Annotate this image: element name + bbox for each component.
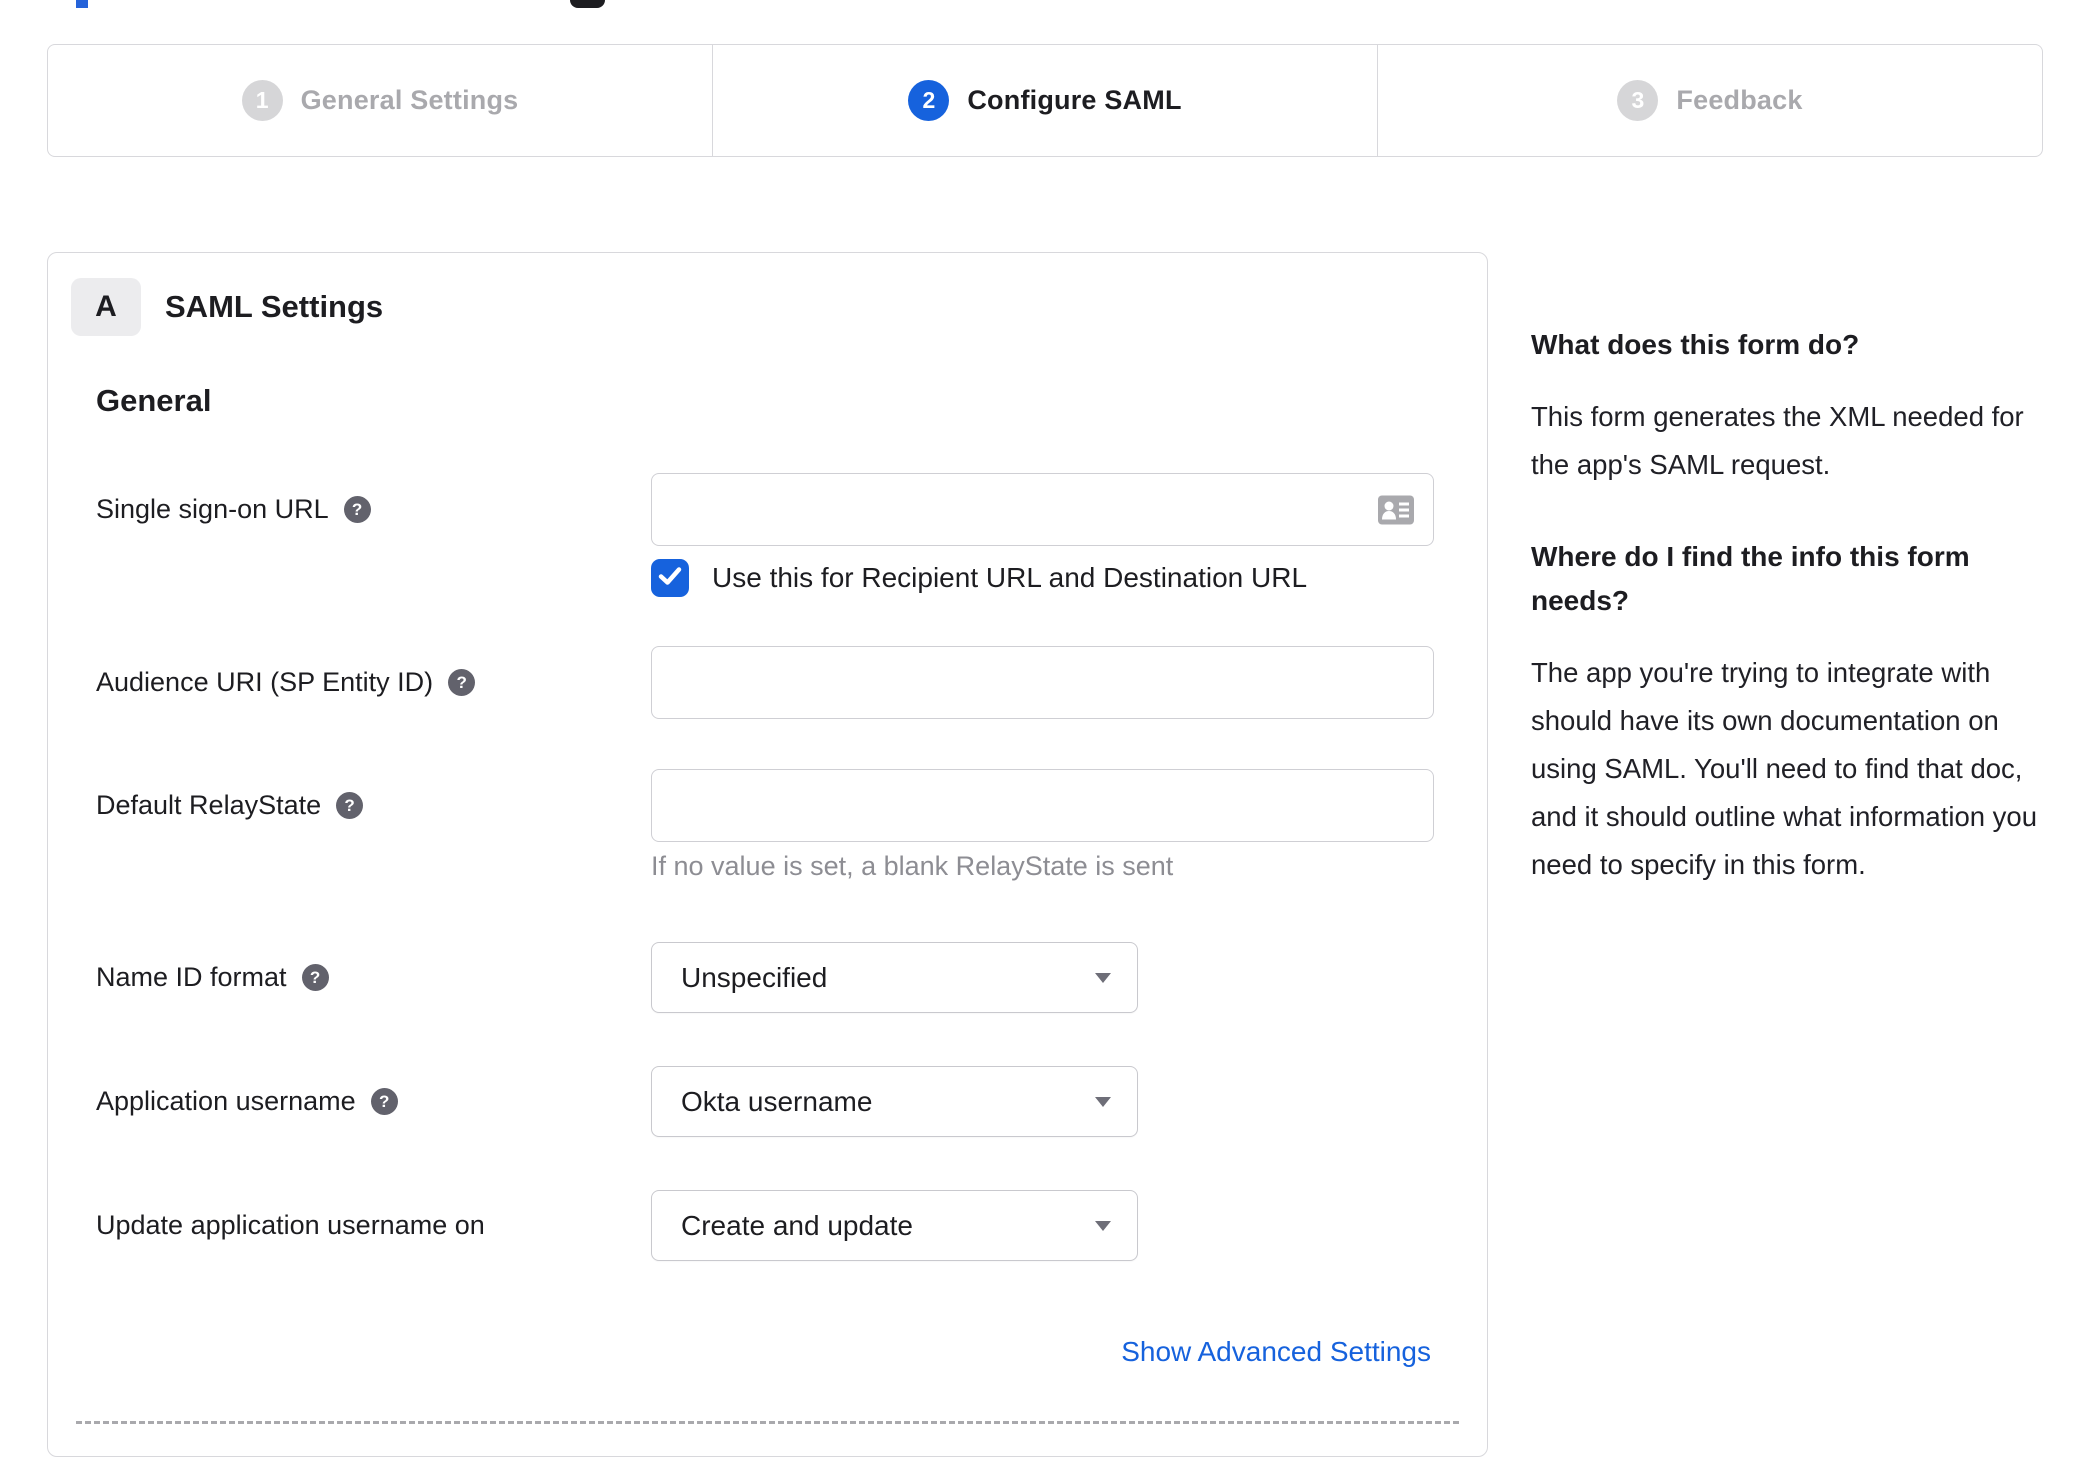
step-2-number-badge: 2 xyxy=(908,80,950,121)
clipped-heading-fragment xyxy=(570,0,605,8)
clipped-blue-fragment xyxy=(76,0,88,8)
audience-uri-help-icon[interactable]: ? xyxy=(448,669,476,696)
update-username-value: Create and update xyxy=(681,1209,913,1241)
panel-title: SAML Settings xyxy=(165,289,384,324)
name-id-format-label: Name ID format xyxy=(96,962,287,992)
sso-url-help-icon[interactable]: ? xyxy=(343,496,371,523)
step-1-label: General Settings xyxy=(300,85,519,115)
audience-uri-label-group: Audience URI (SP Entity ID) ? xyxy=(96,667,651,698)
relay-state-help-icon[interactable]: ? xyxy=(336,792,364,819)
caret-down-icon xyxy=(1095,1220,1111,1231)
audience-uri-input[interactable] xyxy=(651,646,1434,719)
recipient-url-checkbox[interactable] xyxy=(651,559,689,597)
step-general-settings[interactable]: 1 General Settings xyxy=(48,45,713,156)
relay-state-input[interactable] xyxy=(651,769,1434,842)
recipient-url-checkbox-row: Use this for Recipient URL and Destinati… xyxy=(651,559,1307,597)
application-username-row: Application username ? Okta username xyxy=(96,1066,1138,1137)
saml-settings-panel: A SAML Settings General Single sign-on U… xyxy=(47,252,1488,1457)
caret-down-icon xyxy=(1095,1096,1111,1107)
help-question-2: Where do I find the info this form needs… xyxy=(1531,541,1970,616)
application-username-label: Application username xyxy=(96,1086,356,1116)
step-configure-saml[interactable]: 2 Configure SAML xyxy=(713,45,1378,156)
application-username-value: Okta username xyxy=(681,1085,873,1117)
audience-uri-label: Audience URI (SP Entity ID) xyxy=(96,667,434,697)
name-id-format-row: Name ID format ? Unspecified xyxy=(96,942,1138,1013)
step-3-number-badge: 3 xyxy=(1617,80,1659,121)
relay-state-label: Default RelayState xyxy=(96,790,322,820)
audience-uri-row: Audience URI (SP Entity ID) ? xyxy=(96,646,1434,719)
sso-url-label-group: Single sign-on URL ? xyxy=(96,494,651,525)
help-question-1: What does this form do? xyxy=(1531,329,1860,360)
help-answer-2: The app you're trying to integrate with … xyxy=(1531,657,2038,880)
update-username-label-group: Update application username on xyxy=(96,1210,651,1241)
relay-state-input-wrap xyxy=(651,769,1434,842)
general-section-heading: General xyxy=(96,383,212,418)
application-username-label-group: Application username ? xyxy=(96,1086,651,1117)
wizard-stepper: 1 General Settings 2 Configure SAML 3 Fe… xyxy=(47,44,2043,157)
relay-state-helper-text: If no value is set, a blank RelayState i… xyxy=(651,851,1174,881)
sso-url-label: Single sign-on URL xyxy=(96,494,329,524)
name-id-format-label-group: Name ID format ? xyxy=(96,962,651,993)
step-2-label: Configure SAML xyxy=(967,85,1182,115)
name-id-format-select[interactable]: Unspecified xyxy=(651,942,1138,1013)
update-username-select[interactable]: Create and update xyxy=(651,1190,1138,1261)
application-username-help-icon[interactable]: ? xyxy=(370,1088,398,1115)
step-3-label: Feedback xyxy=(1676,85,1803,115)
sso-url-input[interactable] xyxy=(651,473,1434,546)
configure-saml-page: { "stepper": { "steps": [ { "number": "1… xyxy=(0,0,2092,1457)
contact-card-icon[interactable] xyxy=(1378,495,1414,524)
section-a-badge: A xyxy=(71,278,141,336)
relay-state-label-group: Default RelayState ? xyxy=(96,790,651,821)
relay-state-row: Default RelayState ? xyxy=(96,769,1434,842)
help-sidebar: What does this form do? This form genera… xyxy=(1531,323,2045,935)
update-username-row: Update application username on Create an… xyxy=(96,1190,1138,1261)
name-id-format-value: Unspecified xyxy=(681,961,828,993)
recipient-url-checkbox-label[interactable]: Use this for Recipient URL and Destinati… xyxy=(712,562,1307,594)
caret-down-icon xyxy=(1095,972,1111,983)
check-icon xyxy=(658,566,682,591)
dashed-separator xyxy=(76,1421,1459,1424)
application-username-select[interactable]: Okta username xyxy=(651,1066,1138,1137)
step-1-number-badge: 1 xyxy=(241,80,283,121)
audience-uri-input-wrap xyxy=(651,646,1434,719)
help-answer-1: This form generates the XML needed for t… xyxy=(1531,401,2024,480)
sso-url-row: Single sign-on URL ? xyxy=(96,473,1434,546)
show-advanced-settings-link[interactable]: Show Advanced Settings xyxy=(1121,1336,1431,1368)
sso-url-input-wrap xyxy=(651,473,1434,546)
update-username-label: Update application username on xyxy=(96,1210,485,1240)
name-id-format-help-icon[interactable]: ? xyxy=(301,964,329,991)
step-feedback[interactable]: 3 Feedback xyxy=(1378,45,2042,156)
